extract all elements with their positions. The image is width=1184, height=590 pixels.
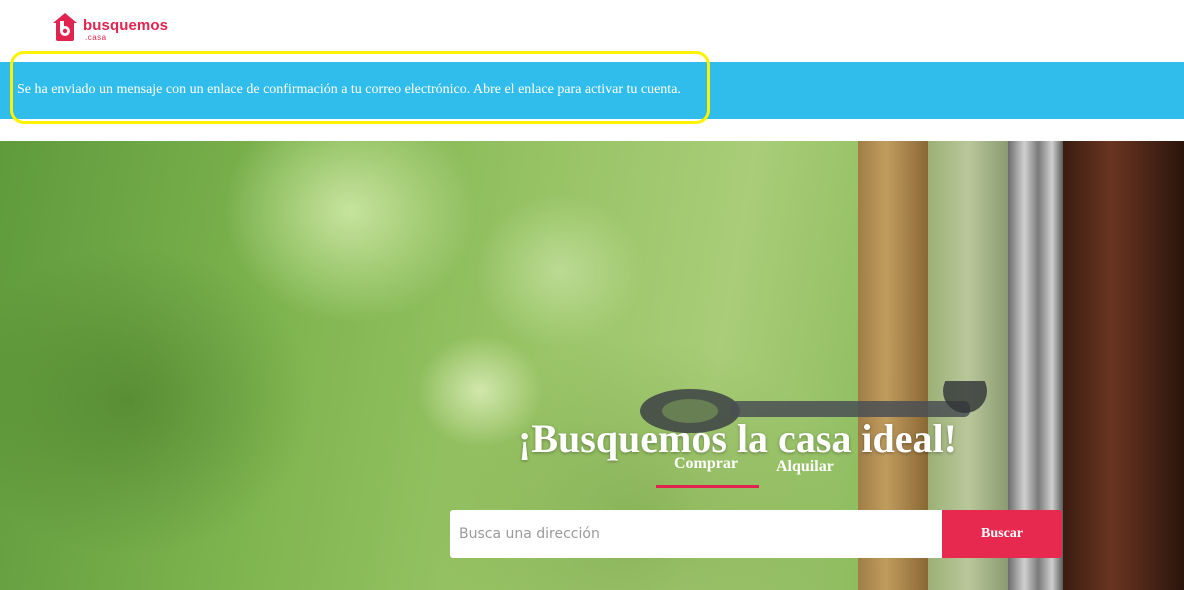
tab-alquilar[interactable]: Alquilar xyxy=(776,458,834,476)
active-tab-indicator xyxy=(656,485,759,488)
hero-door-wood xyxy=(1063,141,1184,590)
alert-message: Se ha enviado un mensaje con un enlace d… xyxy=(17,82,681,97)
search-button[interactable]: Buscar xyxy=(942,510,1062,558)
hero-section: ¡Busquemos la casa ideal! Comprar Alquil… xyxy=(0,141,1184,590)
confirmation-alert: Se ha enviado un mensaje con un enlace d… xyxy=(0,62,1184,119)
site-header: busquemos .casa xyxy=(0,0,1184,60)
house-logo-icon xyxy=(53,13,77,41)
search-bar: Buscar xyxy=(450,510,1062,558)
search-input[interactable] xyxy=(450,510,942,558)
tab-comprar[interactable]: Comprar xyxy=(674,455,738,473)
listing-type-tabs: Comprar Alquilar xyxy=(656,453,856,493)
logo-suffix: .casa xyxy=(85,33,107,42)
logo-name: busquemos xyxy=(83,17,169,34)
site-logo[interactable]: busquemos .casa xyxy=(52,12,182,46)
